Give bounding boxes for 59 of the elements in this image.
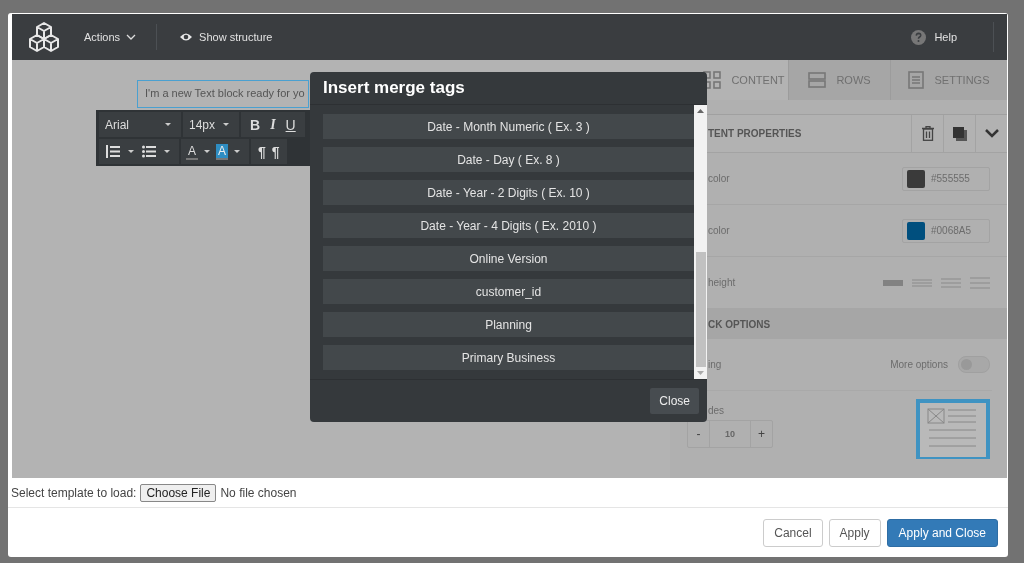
ordered-list-icon[interactable] bbox=[106, 145, 120, 158]
merge-tag-item[interactable]: Primary Business bbox=[323, 345, 694, 370]
dialog-button[interactable]: Cancel bbox=[763, 518, 823, 547]
property-label: height bbox=[708, 277, 736, 288]
increment-button[interactable]: + bbox=[751, 421, 772, 447]
style-button[interactable]: I bbox=[266, 116, 280, 133]
actions-menu[interactable]: Actions bbox=[84, 31, 137, 43]
paragraph-direction-button[interactable]: ¶ bbox=[256, 143, 268, 160]
caret-icon bbox=[164, 150, 170, 153]
chevron-down-icon bbox=[984, 129, 999, 138]
property-label: des bbox=[708, 405, 726, 416]
property-label: color bbox=[708, 225, 730, 236]
file-status: No file chosen bbox=[220, 486, 297, 500]
style-button[interactable]: U bbox=[281, 116, 300, 133]
property-label: color bbox=[708, 173, 730, 184]
merge-tag-item[interactable]: Date - Month Numeric ( Ex. 3 ) bbox=[323, 114, 694, 139]
dialog-button[interactable]: Apply bbox=[828, 518, 881, 547]
scroll-down-icon[interactable] bbox=[697, 371, 704, 375]
merge-tag-item[interactable]: Date - Day ( Ex. 8 ) bbox=[323, 147, 694, 172]
apply-and-close-button[interactable]: Apply and Close bbox=[886, 518, 998, 547]
merge-tag-item[interactable]: Planning bbox=[323, 312, 694, 337]
show-structure-button[interactable]: Show structure bbox=[179, 31, 273, 43]
trash-icon bbox=[921, 126, 934, 141]
merge-tag-item[interactable]: Online Version bbox=[323, 246, 694, 271]
caret-icon bbox=[204, 150, 210, 153]
font-select[interactable]: Arial bbox=[99, 112, 181, 137]
choose-file-button[interactable]: Choose File bbox=[140, 484, 217, 502]
merge-tag-item[interactable]: Date - Year - 2 Digits ( Ex. 10 ) bbox=[323, 180, 694, 205]
eye-icon bbox=[179, 32, 194, 42]
cubes-logo-icon bbox=[28, 21, 60, 53]
text-color-button[interactable]: A bbox=[186, 143, 198, 160]
caret-icon bbox=[165, 123, 171, 126]
template-label: Select template to load: bbox=[11, 486, 137, 500]
layout-thumbnail-icon[interactable] bbox=[916, 399, 990, 459]
merge-tag-item[interactable]: Date - Year - 4 Digits ( Ex. 2010 ) bbox=[323, 213, 694, 238]
scroll-up-icon[interactable] bbox=[697, 109, 704, 113]
bullet-list-icon[interactable] bbox=[142, 145, 156, 158]
caret-icon bbox=[223, 123, 229, 126]
copy-icon bbox=[952, 126, 967, 141]
paragraph-direction-button[interactable]: ¶ bbox=[269, 143, 282, 160]
caret-icon bbox=[128, 150, 134, 153]
property-label: ing bbox=[708, 359, 722, 370]
caret-icon bbox=[234, 150, 241, 153]
section-title: TENT PROPERTIES bbox=[708, 128, 802, 139]
more-options-label: More options bbox=[890, 359, 948, 370]
help-icon bbox=[911, 29, 927, 45]
help-button[interactable]: Help bbox=[911, 29, 957, 45]
chevron-down-icon bbox=[126, 34, 137, 40]
decrement-button[interactable]: - bbox=[688, 421, 709, 447]
rows-icon bbox=[808, 72, 827, 88]
scrollbar[interactable] bbox=[694, 105, 707, 379]
document-icon bbox=[908, 71, 925, 89]
size-select[interactable]: 14px bbox=[183, 112, 239, 137]
merge-tag-item[interactable]: customer_id bbox=[323, 279, 694, 304]
style-button[interactable]: B bbox=[246, 116, 265, 133]
section-title: CK OPTIONS bbox=[708, 318, 771, 330]
close-button[interactable]: Close bbox=[650, 388, 699, 414]
dialog-title: Insert merge tags bbox=[310, 72, 707, 105]
text-block[interactable]: I'm a new Text block ready for yo bbox=[137, 80, 309, 108]
